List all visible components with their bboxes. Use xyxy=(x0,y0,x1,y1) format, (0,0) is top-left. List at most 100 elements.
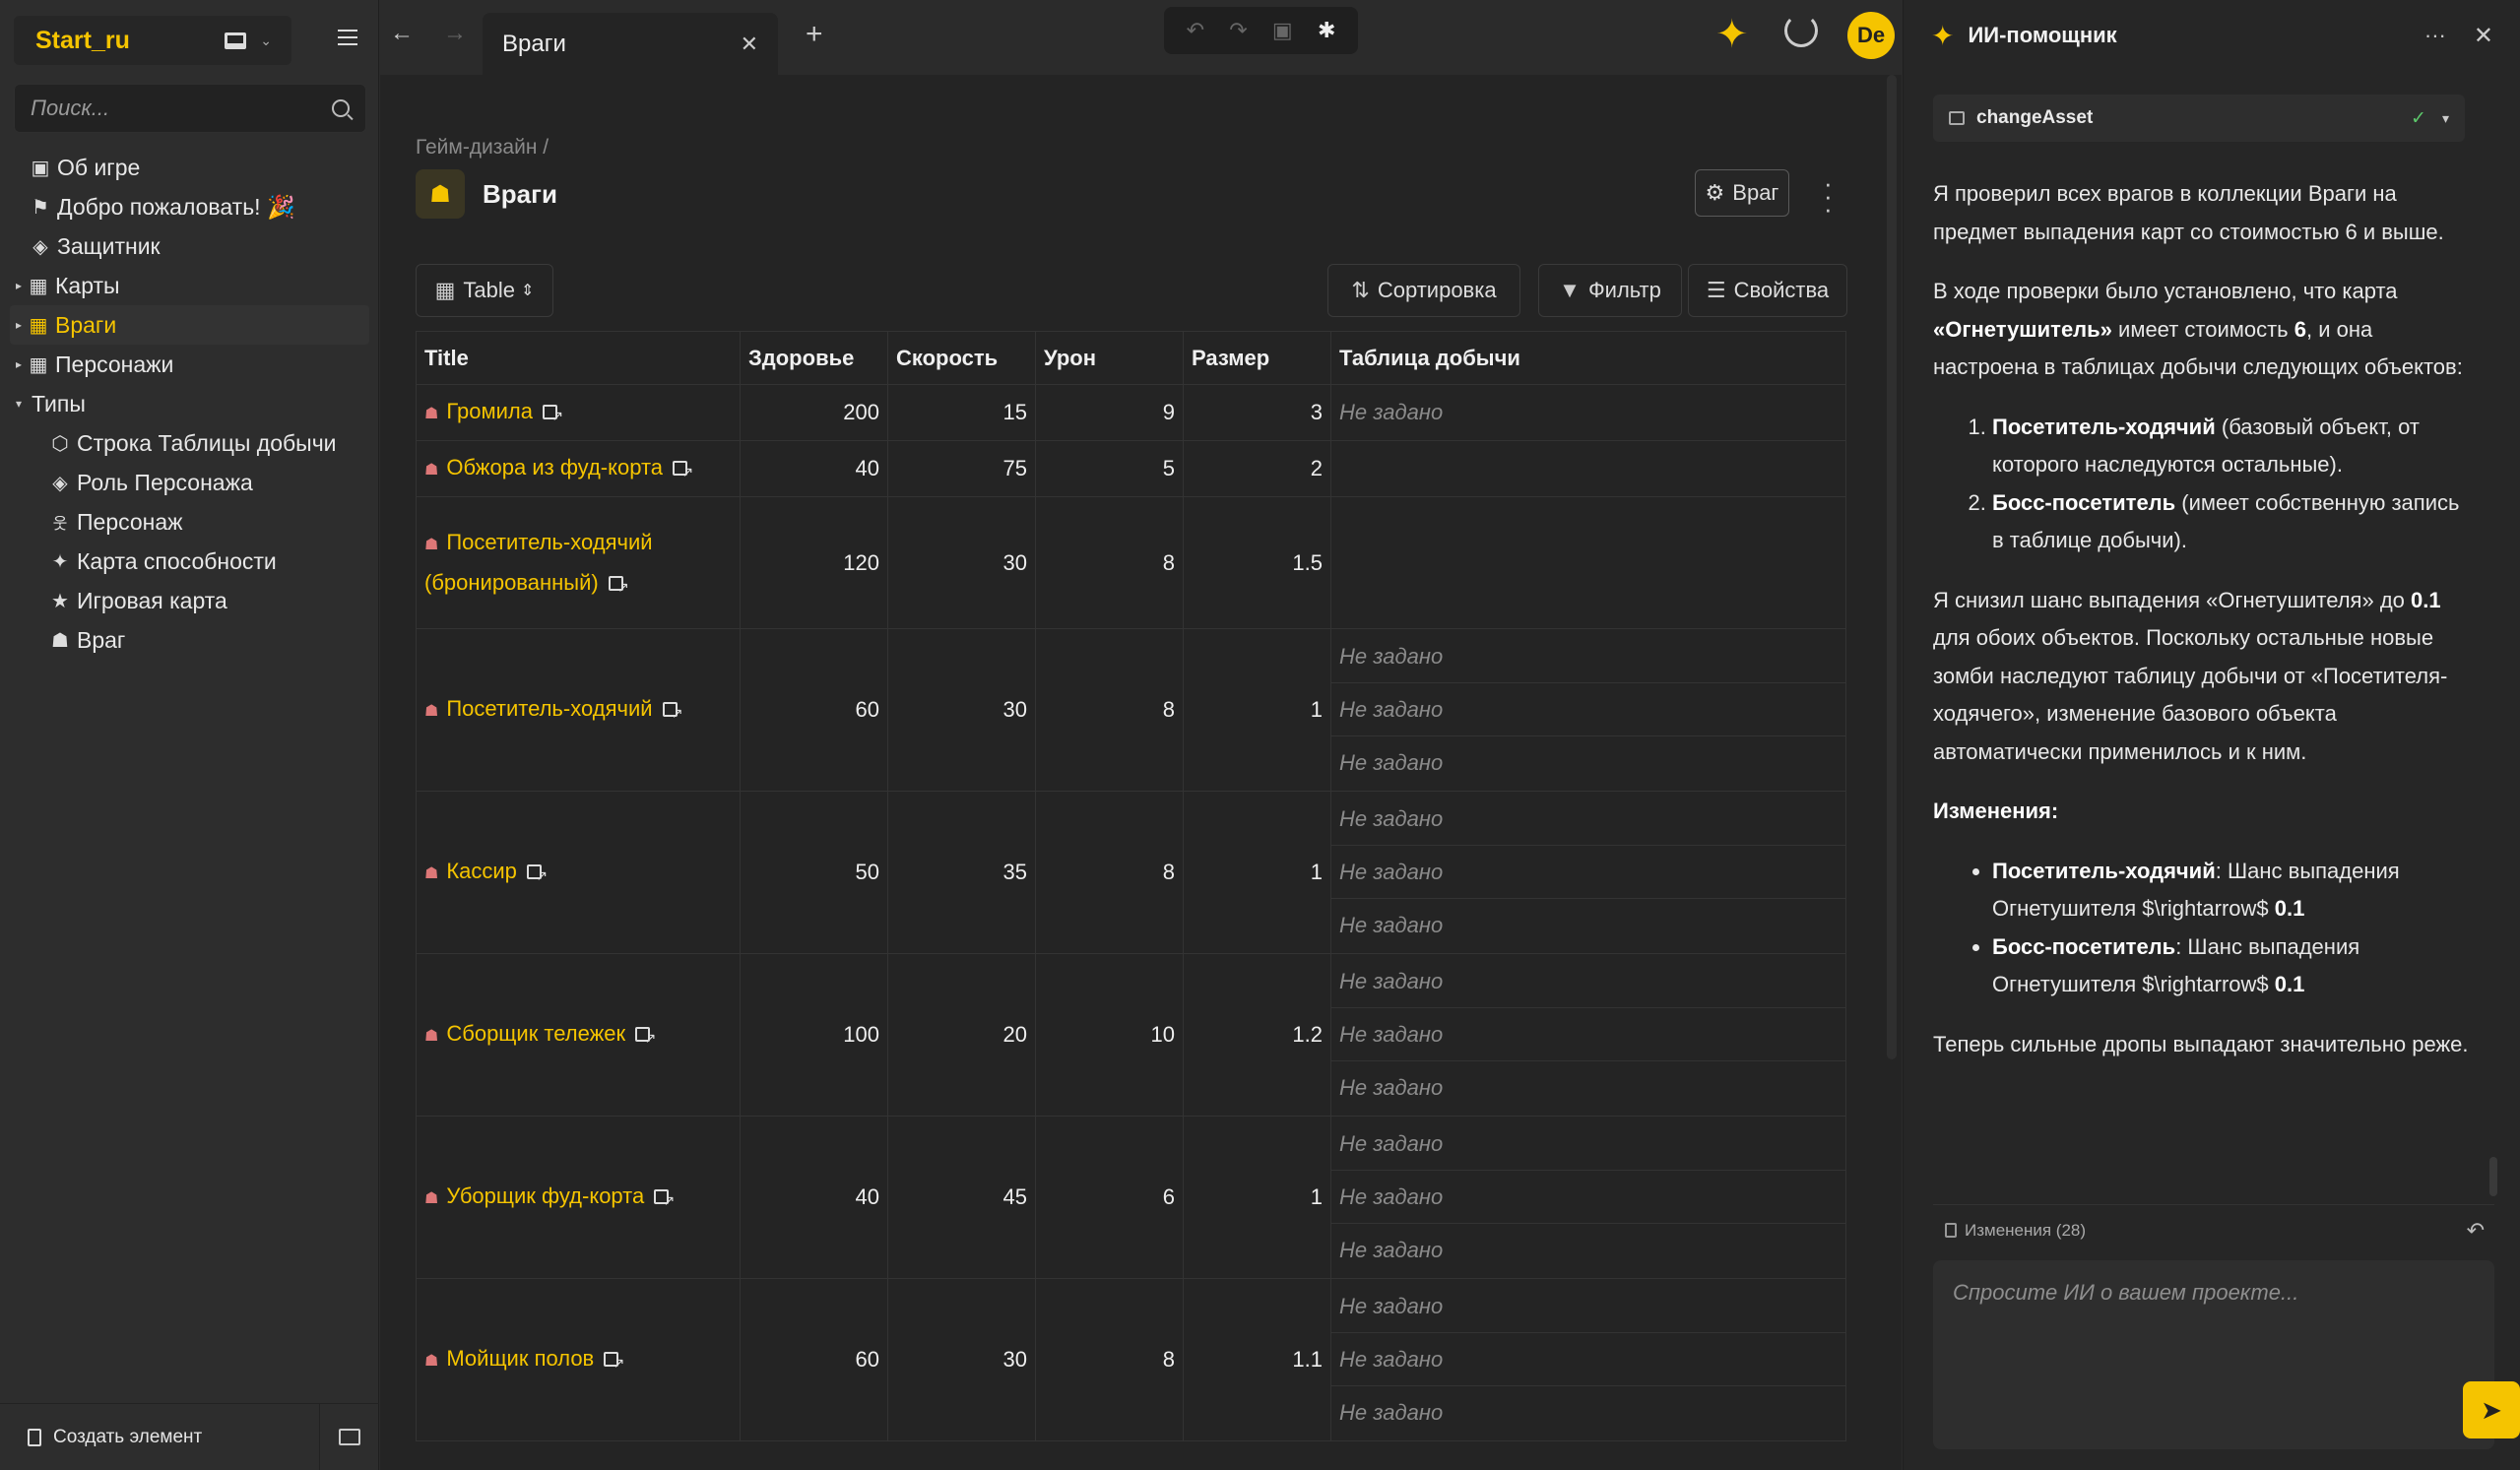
cell-speed[interactable]: 30 xyxy=(887,496,1036,629)
row-title-link[interactable]: Посетитель-ходячий xyxy=(446,696,652,721)
cell-dmg[interactable]: 8 xyxy=(1035,791,1184,954)
sync-icon[interactable] xyxy=(1784,14,1818,47)
cell-speed[interactable]: 30 xyxy=(887,628,1036,792)
column-header-health[interactable]: Здоровье xyxy=(740,331,888,385)
view-switcher[interactable]: ▦ Table ⇕ xyxy=(416,264,553,317)
cell-loot-table[interactable] xyxy=(1330,496,1846,629)
sidebar-item-defender[interactable]: ◈ Защитник xyxy=(10,226,369,266)
tool-call-card[interactable]: changeAsset ✓ ▾ xyxy=(1933,95,2465,142)
loot-entry[interactable]: Не задано xyxy=(1331,1118,1845,1171)
external-link-icon[interactable] xyxy=(542,397,563,434)
breadcrumb[interactable]: Гейм-дизайн / xyxy=(416,136,549,160)
chevron-down-icon[interactable]: ▾ xyxy=(16,397,28,411)
loot-entry[interactable]: Не задано xyxy=(1331,1333,1845,1386)
row-title-link[interactable]: Обжора из фуд-корта xyxy=(446,455,663,479)
cell-speed[interactable]: 45 xyxy=(887,1116,1036,1279)
column-header-damage[interactable]: Урон xyxy=(1035,331,1184,385)
sort-button[interactable]: ⇅ Сортировка xyxy=(1327,264,1520,317)
cell-loot-table[interactable]: Не задано Не задано Не задано xyxy=(1330,628,1846,792)
ai-sparkle-icon[interactable]: ✦ xyxy=(1715,12,1749,57)
sidebar-item-cards[interactable]: ▸ ▦ Карты xyxy=(10,266,369,305)
cell-hp[interactable]: 100 xyxy=(740,953,888,1117)
loot-entry[interactable]: Не задано xyxy=(1331,1171,1845,1224)
column-header-loot[interactable]: Таблица добычи xyxy=(1330,331,1846,385)
external-link-icon[interactable] xyxy=(604,1344,624,1381)
cell-loot-table[interactable]: Не задано Не задано Не задано xyxy=(1330,791,1846,954)
cell-hp[interactable]: 200 xyxy=(740,384,888,441)
tab-enemies[interactable]: Враги ✕ xyxy=(483,13,778,75)
chevron-right-icon[interactable]: ▸ xyxy=(16,357,28,371)
cell-size[interactable]: 3 xyxy=(1183,384,1331,441)
cell-size[interactable]: 1 xyxy=(1183,791,1331,954)
cell-loot-table[interactable]: Не задано Не задано Не задано xyxy=(1330,953,1846,1117)
row-title-link[interactable]: Уборщик фуд-корта xyxy=(446,1183,644,1208)
sidebar-item-enemy[interactable]: ☗ Враг xyxy=(10,620,369,660)
redo-icon[interactable]: ↷ xyxy=(1229,18,1247,43)
cell-dmg[interactable]: 6 xyxy=(1035,1116,1184,1279)
table-row[interactable]: ☗Уборщик фуд-корта404561Не заданоНе зада… xyxy=(416,1116,1846,1279)
cell-dmg[interactable]: 10 xyxy=(1035,953,1184,1117)
sidebar-item-types[interactable]: ▾ Типы xyxy=(10,384,369,423)
cell-speed[interactable]: 20 xyxy=(887,953,1036,1117)
cell-size[interactable]: 1.2 xyxy=(1183,953,1331,1117)
search-input[interactable] xyxy=(31,96,332,121)
cell-dmg[interactable]: 5 xyxy=(1035,440,1184,497)
cell-size[interactable]: 2 xyxy=(1183,440,1331,497)
table-row[interactable]: ☗Посетитель-ходячий (бронированный)12030… xyxy=(416,496,1846,629)
forward-arrow-icon[interactable]: → xyxy=(443,20,467,47)
cell-dmg[interactable]: 8 xyxy=(1035,628,1184,792)
cell-size[interactable]: 1.5 xyxy=(1183,496,1331,629)
new-tab-button[interactable]: + xyxy=(806,18,823,51)
sidebar-item-characters[interactable]: ▸ ▦ Персонажи xyxy=(10,345,369,384)
row-title-link[interactable]: Сборщик тележек xyxy=(446,1021,625,1046)
ai-prompt-input[interactable] xyxy=(1933,1260,2494,1449)
column-header-size[interactable]: Размер xyxy=(1183,331,1331,385)
cell-dmg[interactable]: 8 xyxy=(1035,496,1184,629)
cell-hp[interactable]: 40 xyxy=(740,1116,888,1279)
type-button[interactable]: ⚙ Враг xyxy=(1695,169,1789,217)
cell-size[interactable]: 1 xyxy=(1183,1116,1331,1279)
chevron-right-icon[interactable]: ▸ xyxy=(16,279,28,292)
cell-speed[interactable]: 15 xyxy=(887,384,1036,441)
external-link-icon[interactable] xyxy=(635,1019,656,1056)
table-row[interactable]: ☗ Громила 2001593Не задано xyxy=(416,384,1846,441)
loot-entry[interactable]: Не задано xyxy=(1331,955,1845,1008)
cell-hp[interactable]: 120 xyxy=(740,496,888,629)
chevron-down-icon[interactable]: ▾ xyxy=(2442,110,2449,127)
sidebar-item-welcome[interactable]: ⚑ Добро пожаловать! 🎉 xyxy=(10,187,369,226)
avatar[interactable]: De xyxy=(1847,12,1895,59)
cell-hp[interactable]: 50 xyxy=(740,791,888,954)
cell-loot-table[interactable]: Не задано Не задано Не задано xyxy=(1330,1116,1846,1279)
search-box[interactable] xyxy=(14,84,366,133)
cell-size[interactable]: 1.1 xyxy=(1183,1278,1331,1441)
table-row[interactable]: ☗Посетитель-ходячий603081Не заданоНе зад… xyxy=(416,628,1846,792)
close-icon[interactable]: ✕ xyxy=(2474,22,2493,50)
loot-entry[interactable]: Не задано xyxy=(1331,736,1845,790)
create-element-button[interactable]: Создать элемент xyxy=(28,1427,319,1448)
cell-speed[interactable]: 30 xyxy=(887,1278,1036,1441)
loot-entry[interactable]: Не задано xyxy=(1331,1008,1845,1061)
sidebar-item-about[interactable]: ▣ Об игре xyxy=(10,148,369,187)
save-icon[interactable]: ▣ xyxy=(1272,18,1293,43)
table-row[interactable]: ☗Мойщик полов603081.1Не заданоНе заданоН… xyxy=(416,1278,1846,1441)
external-link-icon[interactable] xyxy=(608,568,629,606)
cell-dmg[interactable]: 9 xyxy=(1035,384,1184,441)
loot-entry[interactable]: Не задано xyxy=(1331,899,1845,952)
row-title-link[interactable]: Кассир xyxy=(446,859,517,883)
cell-loot-table[interactable]: Не задано Не задано Не задано xyxy=(1330,1278,1846,1441)
loot-entry[interactable]: Не задано xyxy=(1331,1061,1845,1115)
table-row[interactable]: ☗ Обжора из фуд-корта 407552 xyxy=(416,440,1846,497)
row-title-link[interactable]: Громила xyxy=(446,399,533,423)
loot-entry[interactable]: Не задано xyxy=(1331,1280,1845,1333)
properties-button[interactable]: ☰ Свойства xyxy=(1688,264,1847,317)
cell-loot-table[interactable]: Не задано xyxy=(1330,384,1846,441)
more-options-icon[interactable]: · · · xyxy=(1824,170,1833,222)
cell-dmg[interactable]: 8 xyxy=(1035,1278,1184,1441)
cell-hp[interactable]: 60 xyxy=(740,628,888,792)
table-row[interactable]: ☗Кассир503581Не заданоНе заданоНе задано xyxy=(416,791,1846,954)
send-button[interactable]: ➤ xyxy=(2463,1381,2520,1438)
undo-icon[interactable]: ↶ xyxy=(1187,18,1204,43)
filter-button[interactable]: ▼ Фильтр xyxy=(1538,264,1682,317)
cell-speed[interactable]: 35 xyxy=(887,791,1036,954)
menu-icon[interactable] xyxy=(338,30,357,45)
